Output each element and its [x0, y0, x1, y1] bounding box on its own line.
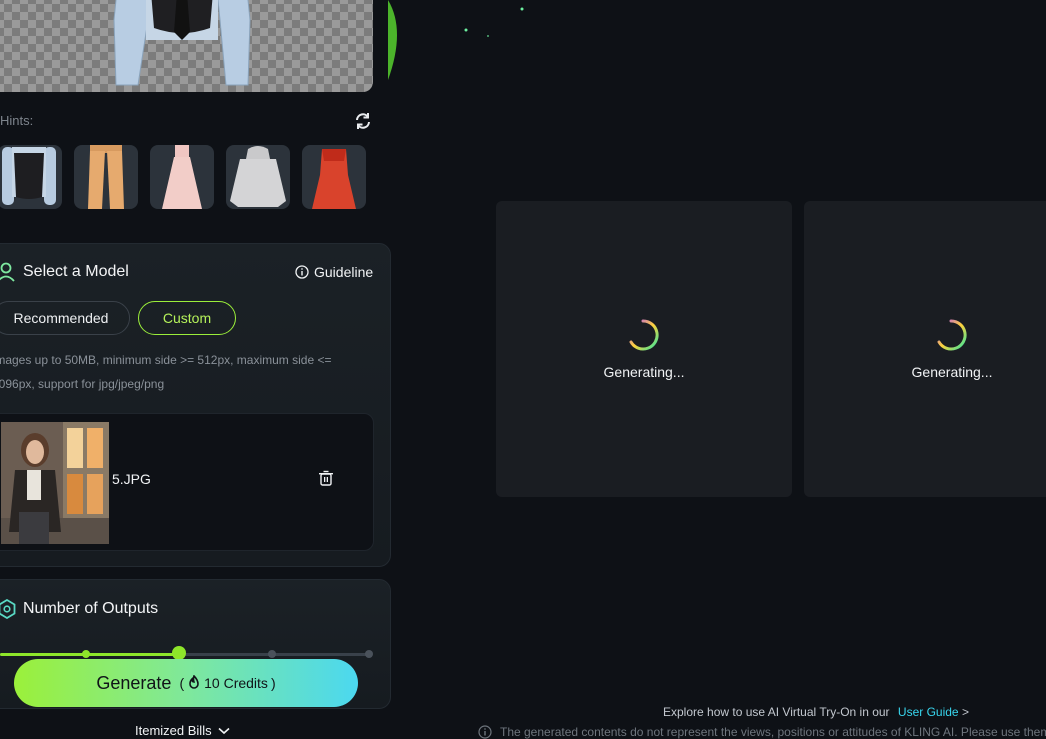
user-guide-link[interactable]: User Guide — [898, 705, 959, 719]
refresh-icon[interactable] — [353, 111, 373, 131]
info-icon — [295, 265, 309, 279]
credits-info: ( 10 Credits ) — [179, 675, 276, 691]
disclaimer-text: The generated contents do not represent … — [500, 725, 1046, 739]
tab-recommended[interactable]: Recommended — [0, 301, 130, 335]
uploaded-model-card: 5.JPG — [0, 413, 374, 551]
garment-image — [113, 0, 251, 86]
red-dress-image — [312, 149, 356, 209]
guideline-label: Guideline — [314, 264, 374, 280]
tab-custom-label: Custom — [162, 310, 212, 326]
upload-hint-line1: Images up to 50MB, minimum side >= 512px… — [0, 353, 332, 367]
left-panel: Hints: Select a Model Guideline Recommen… — [0, 0, 392, 738]
itemized-bills-toggle[interactable]: Itemized Bills — [135, 723, 230, 738]
hint-thumb-dress-pink[interactable] — [150, 145, 214, 209]
pink-dress-image — [162, 145, 202, 209]
flame-icon — [189, 675, 199, 689]
outputs-title: Number of Outputs — [23, 600, 159, 617]
result-card-2: Generating... — [804, 201, 1046, 497]
slider-handle[interactable] — [172, 646, 186, 660]
credits-open-paren: ( — [179, 675, 185, 691]
user-icon — [0, 262, 15, 282]
loading-spinner-icon — [629, 319, 659, 351]
select-model-title: Select a Model — [23, 263, 129, 280]
result-card-1: Generating... — [496, 201, 792, 497]
generate-label: Generate — [96, 672, 172, 693]
explore-text: Explore how to use AI Virtual Try-On in … — [663, 705, 890, 719]
decorative-glow — [388, 0, 524, 80]
info-icon — [478, 725, 492, 739]
hint-thumb-hoodie[interactable] — [226, 145, 290, 209]
hint-thumb-dress-red[interactable] — [302, 145, 366, 209]
upload-hint-line2: 4096px, support for jpg/jpeg/png — [0, 377, 165, 391]
credits-close-paren: ) — [270, 675, 276, 691]
trash-icon[interactable] — [318, 470, 334, 486]
explore-line: Explore how to use AI Virtual Try-On in … — [663, 705, 969, 719]
generate-button[interactable]: Generate ( 10 Credits ) — [14, 659, 358, 707]
hints-label: Hints: — [0, 113, 34, 128]
garment-preview[interactable] — [0, 0, 373, 92]
uploaded-file-name: 5.JPG — [112, 471, 151, 487]
guideline-link[interactable]: Guideline — [295, 264, 373, 280]
generating-status: Generating... — [603, 364, 685, 380]
slider-step-3[interactable] — [268, 650, 276, 658]
chevron-right-icon: > — [961, 705, 969, 719]
hoodie-image — [230, 146, 286, 207]
credits-amount: 10 Credits — [204, 675, 268, 691]
disclaimer-line: The generated contents do not represent … — [478, 725, 1046, 739]
hint-thumb-pants[interactable] — [74, 145, 138, 209]
tab-custom[interactable]: Custom — [138, 301, 236, 335]
chevron-down-icon — [218, 727, 230, 734]
tab-recommended-label: Recommended — [13, 310, 109, 326]
hint-thumb-shirt-corset[interactable] — [0, 145, 62, 209]
generating-status: Generating... — [911, 364, 993, 380]
pants-image — [88, 145, 124, 209]
slider-step-1[interactable] — [82, 650, 90, 658]
model-thumbnail — [1, 422, 109, 544]
hexagon-icon — [0, 599, 16, 619]
itemized-bills-label: Itemized Bills — [135, 723, 212, 738]
slider-step-4[interactable] — [365, 650, 373, 658]
shirt-corset-image — [2, 147, 56, 205]
loading-spinner-icon — [937, 319, 967, 351]
